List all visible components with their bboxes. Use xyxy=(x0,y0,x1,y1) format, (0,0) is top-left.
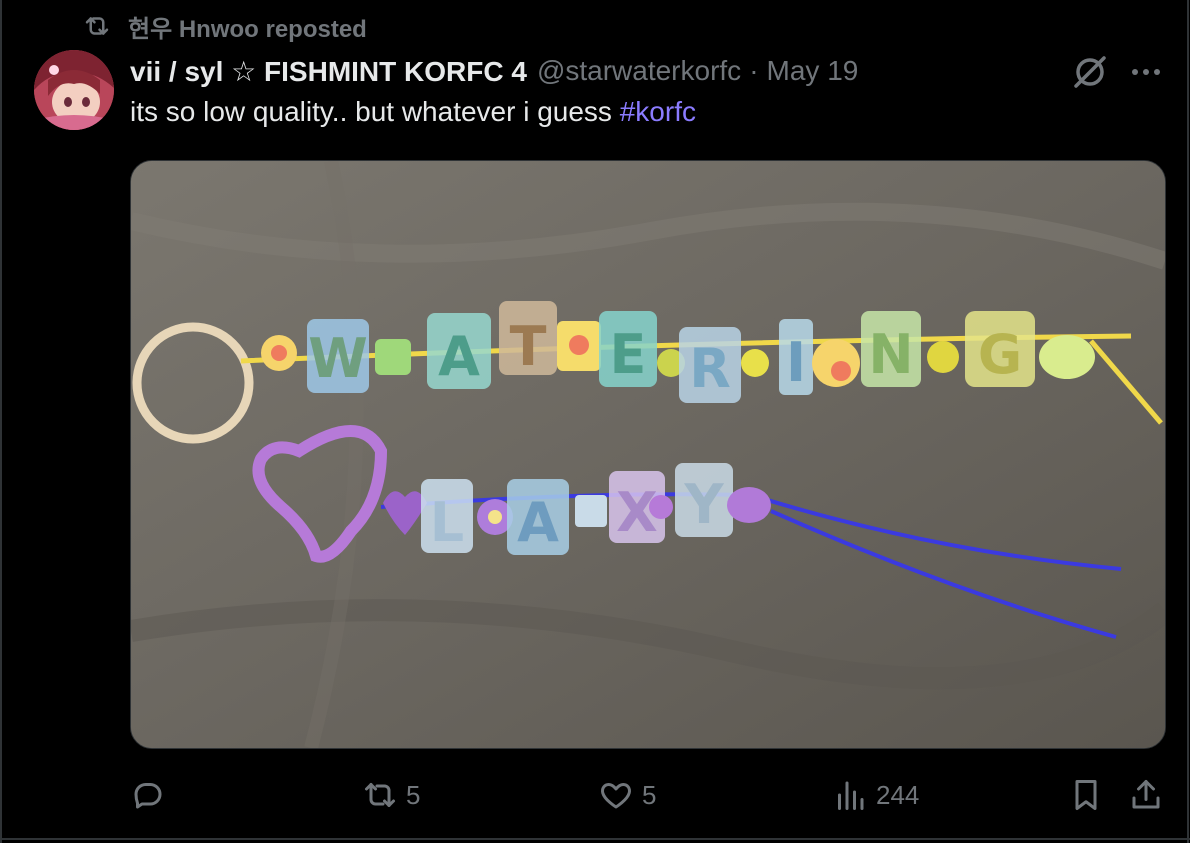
top-letter-2: T xyxy=(510,315,547,378)
bottom-border xyxy=(0,838,1190,840)
top-letter-0: W xyxy=(308,327,368,390)
author-display-name[interactable]: vii / syl ☆ FISHMINT KORFC 4 xyxy=(130,55,527,88)
tweet-text: its so low quality.. but whatever i gues… xyxy=(130,96,696,128)
reply-icon xyxy=(134,783,162,809)
top-letter-7: G xyxy=(978,323,1022,386)
repost-action-icon xyxy=(365,783,395,807)
action-bar: 5 5 244 xyxy=(0,772,1190,818)
tweet-header: vii / syl ☆ FISHMINT KORFC 4 @starwaterk… xyxy=(130,52,858,90)
top-letter-5: I xyxy=(786,331,806,394)
top-letter-6: N xyxy=(868,323,913,386)
tweet-date[interactable]: May 19 xyxy=(767,55,859,87)
keychain-photo: W A T E R I N G L A X Y xyxy=(131,161,1165,748)
author-handle[interactable]: @starwaterkorfc xyxy=(537,55,741,87)
tweet-media-image[interactable]: W A T E R I N G L A X Y xyxy=(130,160,1166,749)
bottom-letter-1: A xyxy=(517,491,559,554)
right-border xyxy=(1187,0,1189,843)
views-button[interactable]: 244 xyxy=(832,772,919,818)
views-icon xyxy=(838,781,864,810)
hashtag-link[interactable]: #korfc xyxy=(620,96,696,127)
tweet-body: its so low quality.. but whatever i gues… xyxy=(130,96,620,127)
share-icon xyxy=(1132,780,1160,809)
more-options-icon[interactable] xyxy=(1126,52,1166,92)
repost-text: 현우 Hnwoo reposted xyxy=(128,15,367,43)
heart-icon xyxy=(601,783,631,809)
repost-indicator[interactable]: 현우 Hnwoo reposted xyxy=(80,10,367,43)
top-letter-4: R xyxy=(689,337,731,400)
like-button[interactable]: 5 xyxy=(598,772,656,818)
repost-icon xyxy=(85,17,109,35)
top-letter-1: A xyxy=(438,325,480,388)
top-letter-3: E xyxy=(610,323,647,386)
avatar[interactable] xyxy=(34,50,114,130)
reply-button[interactable] xyxy=(130,772,174,818)
separator-dot: · xyxy=(749,55,759,86)
left-border xyxy=(0,0,2,843)
tweet-top-icons xyxy=(1068,50,1166,94)
grok-icon[interactable] xyxy=(1068,50,1112,94)
bottom-letter-0: L xyxy=(430,491,464,554)
repost-count: 5 xyxy=(406,779,421,810)
like-count: 5 xyxy=(642,779,657,810)
bookmark-button[interactable] xyxy=(1068,772,1104,818)
repost-button[interactable]: 5 xyxy=(362,772,420,818)
bookmark-icon xyxy=(1075,780,1097,810)
views-count: 244 xyxy=(876,779,920,810)
bottom-letter-3: Y xyxy=(683,473,724,536)
share-button[interactable] xyxy=(1128,772,1164,818)
